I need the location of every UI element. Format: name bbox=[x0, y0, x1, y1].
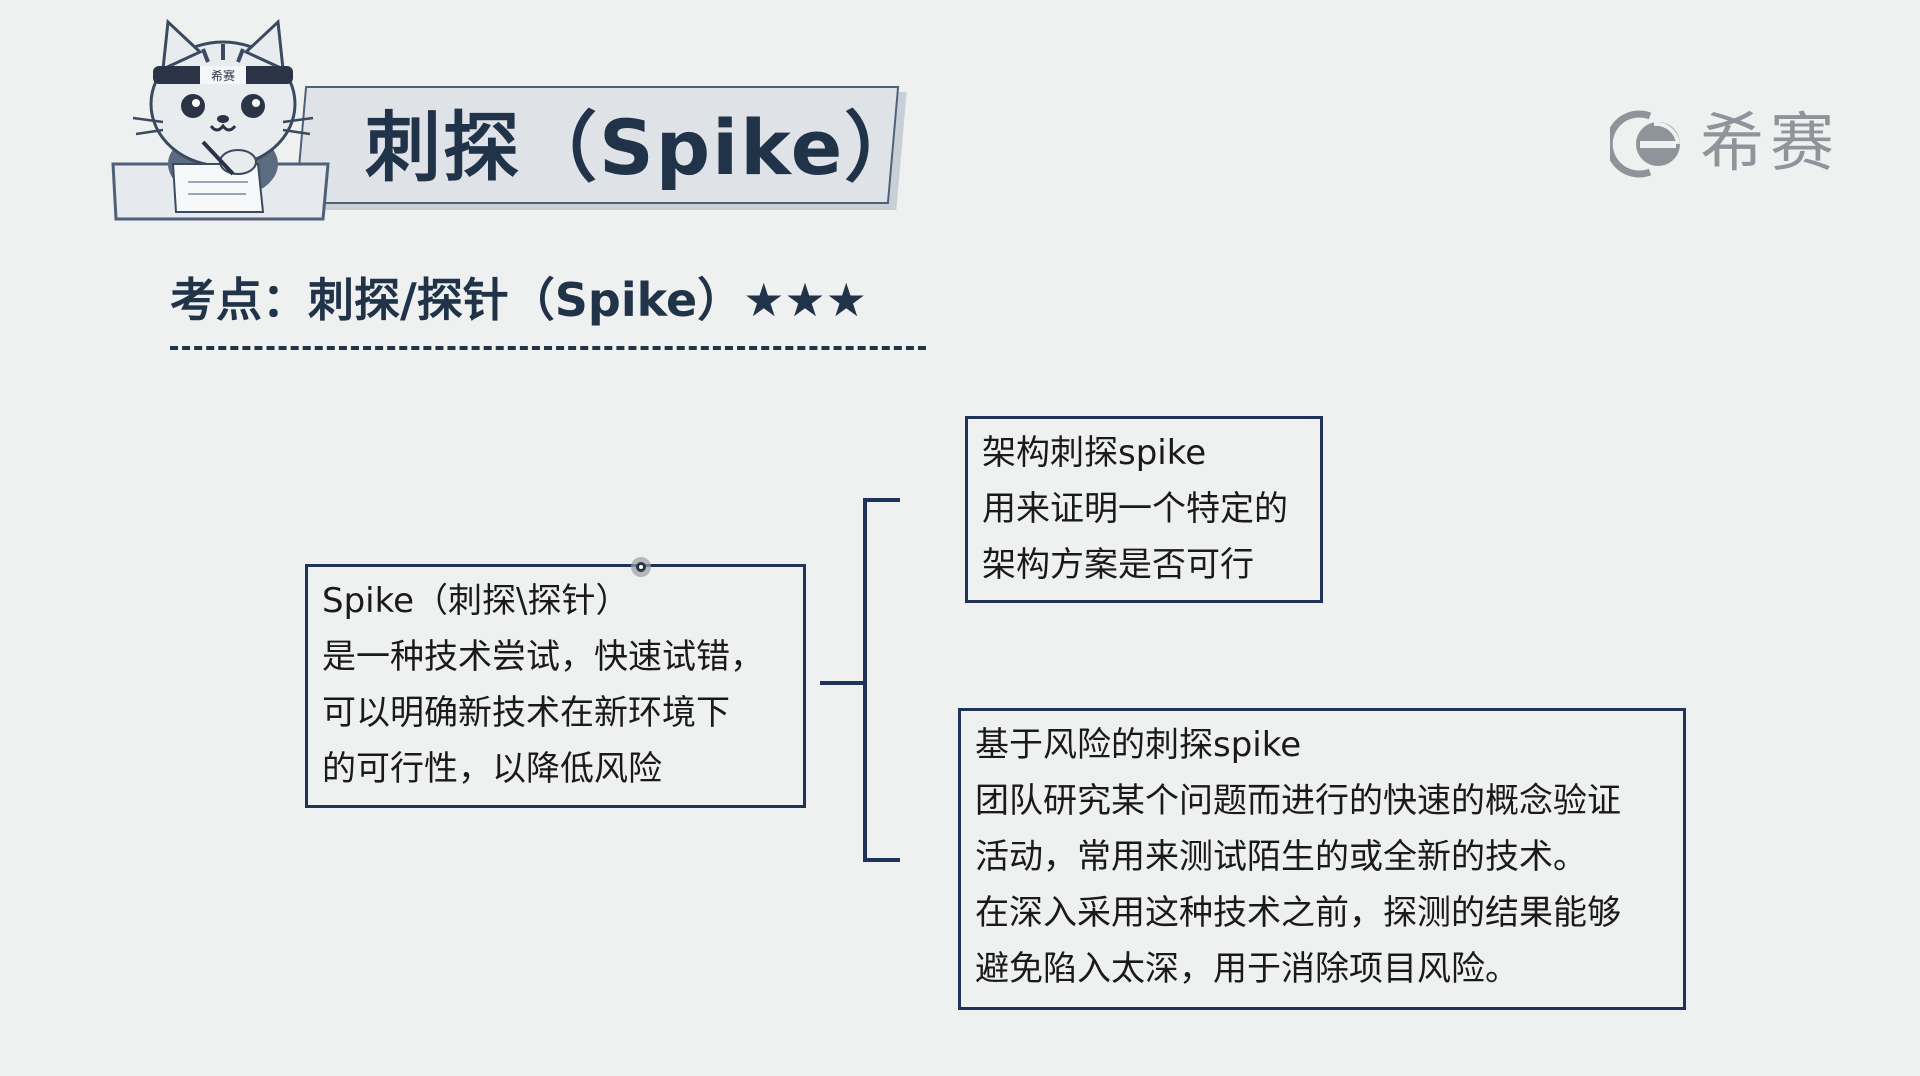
keypoint-heading: 考点：刺探/探针（Spike）★★★ bbox=[170, 273, 867, 327]
spike-definition-box: Spike（刺探\探针） 是一种技术尝试，快速试错， 可以明确新技术在新环境下 … bbox=[305, 564, 806, 808]
risk-line: 在深入采用这种技术之前，探测的结果能够 bbox=[975, 893, 1621, 933]
risk-line: 活动，常用来测试陌生的或全新的技术。 bbox=[975, 837, 1587, 877]
cat-mascot-icon: 希赛 bbox=[111, 18, 330, 221]
definition-line: Spike（刺探\探针） bbox=[322, 581, 630, 621]
definition-line: 是一种技术尝试，快速试错， bbox=[322, 637, 764, 677]
brand-logo-text: 希赛 bbox=[1700, 107, 1840, 181]
architecture-spike-box: 架构刺探spike 用来证明一个特定的 架构方案是否可行 bbox=[965, 416, 1323, 603]
arch-line: 架构方案是否可行 bbox=[982, 545, 1254, 585]
risk-line: 基于风险的刺探spike bbox=[975, 725, 1302, 765]
definition-line: 可以明确新技术在新环境下 bbox=[322, 693, 730, 733]
risk-line: 团队研究某个问题而进行的快速的概念验证 bbox=[975, 781, 1621, 821]
definition-line: 的可行性，以降低风险 bbox=[322, 749, 662, 789]
page-title: 刺探（Spike） bbox=[365, 103, 923, 192]
risk-spike-box: 基于风险的刺探spike 团队研究某个问题而进行的快速的概念验证 活动，常用来测… bbox=[958, 708, 1686, 1010]
cursor-dot-icon bbox=[631, 557, 651, 577]
arch-line: 用来证明一个特定的 bbox=[982, 489, 1288, 529]
dashed-divider bbox=[170, 346, 926, 350]
bracket-connector bbox=[820, 498, 900, 862]
arch-line: 架构刺探spike bbox=[982, 433, 1207, 473]
risk-line: 避免陷入太深，用于消除项目风险。 bbox=[975, 949, 1519, 989]
svg-text:希赛: 希赛 bbox=[211, 68, 235, 83]
